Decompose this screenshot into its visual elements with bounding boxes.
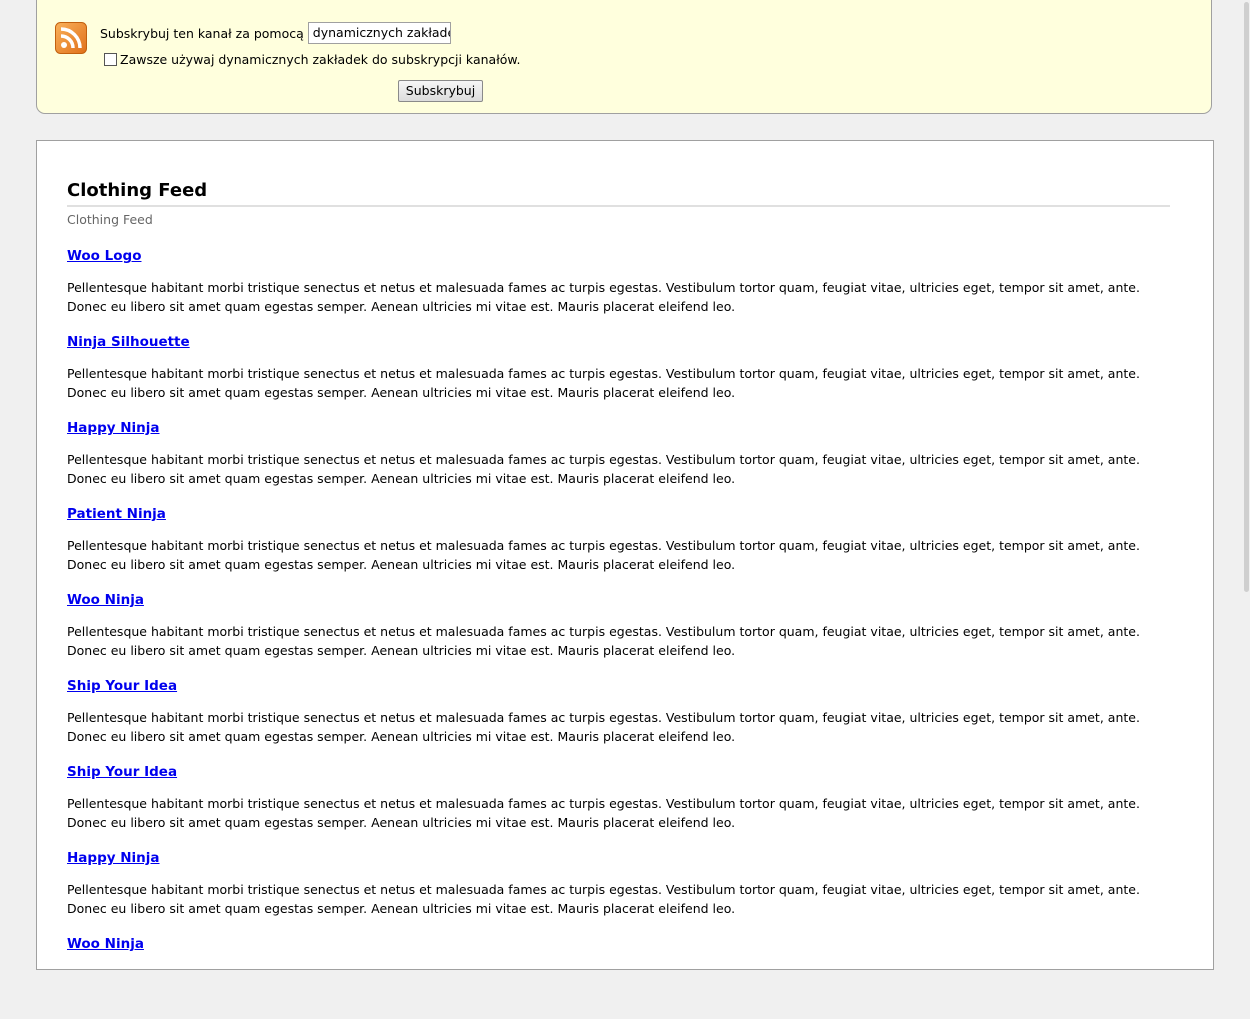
- feed-content: Clothing Feed Clothing Feed Woo Logo Pel…: [36, 140, 1214, 970]
- entry-body: Pellentesque habitant morbi tristique se…: [67, 538, 1140, 572]
- entry-title-link[interactable]: Patient Ninja: [67, 505, 166, 523]
- always-use-label[interactable]: Zawsze używaj dynamicznych zakładek do s…: [120, 52, 520, 67]
- feed-entry: Happy Ninja Pellentesque habitant morbi …: [67, 847, 1172, 933]
- entry-body: Pellentesque habitant morbi tristique se…: [67, 796, 1140, 830]
- entry-title-link[interactable]: Woo Ninja: [67, 935, 144, 953]
- feed-entries: Woo Logo Pellentesque habitant morbi tri…: [67, 245, 1172, 1019]
- always-use-row: Zawsze używaj dynamicznych zakładek do s…: [104, 52, 520, 67]
- entry-body: Pellentesque habitant morbi tristique se…: [67, 710, 1140, 744]
- subscribe-button[interactable]: Subskrybuj: [398, 80, 483, 102]
- feed-title: Clothing Feed: [67, 179, 1170, 207]
- entry-title-link[interactable]: Happy Ninja: [67, 419, 160, 437]
- entry-title-link[interactable]: Ship Your Idea: [67, 677, 177, 695]
- feed-entry: Patient Ninja Pellentesque habitant morb…: [67, 503, 1172, 589]
- reader-select[interactable]: dynamicznych zakładek: [307, 22, 451, 44]
- rss-feed-icon: [55, 22, 87, 54]
- entry-body: Pellentesque habitant morbi tristique se…: [67, 280, 1140, 314]
- entry-title-link[interactable]: Ship Your Idea: [67, 763, 177, 781]
- entry-title-link[interactable]: Ninja Silhouette: [67, 333, 190, 351]
- feed-entry: Woo Ninja Pellentesque habitant morbi tr…: [67, 589, 1172, 675]
- feed-entry: Ship Your Idea Pellentesque habitant mor…: [67, 675, 1172, 761]
- always-use-checkbox[interactable]: [104, 53, 117, 66]
- entry-body: Pellentesque habitant morbi tristique se…: [67, 882, 1140, 916]
- entry-body: Pellentesque habitant morbi tristique se…: [67, 624, 1140, 658]
- feed-entry: Ninja Silhouette Pellentesque habitant m…: [67, 331, 1172, 417]
- subscribe-label: Subskrybuj ten kanał za pomocą: [100, 25, 304, 41]
- feed-entry: Ship Your Idea Pellentesque habitant mor…: [67, 761, 1172, 847]
- page-scrollbar[interactable]: [1242, 0, 1250, 950]
- entry-title-link[interactable]: Happy Ninja: [67, 849, 160, 867]
- entry-title-link[interactable]: Woo Logo: [67, 247, 141, 265]
- entry-body: Pellentesque habitant morbi tristique se…: [67, 366, 1140, 400]
- entry-body: Pellentesque habitant morbi tristique se…: [67, 452, 1140, 486]
- subscribe-panel: Subskrybuj ten kanał za pomocą dynamiczn…: [36, 0, 1212, 114]
- entry-title-link[interactable]: Woo Ninja: [67, 591, 144, 609]
- scrollbar-thumb[interactable]: [1244, 2, 1249, 592]
- subscribe-row: Subskrybuj ten kanał za pomocą dynamiczn…: [100, 21, 451, 45]
- feed-entry: Happy Ninja Pellentesque habitant morbi …: [67, 417, 1172, 503]
- feed-subtitle: Clothing Feed: [67, 212, 153, 227]
- feed-entry: Woo Logo Pellentesque habitant morbi tri…: [67, 245, 1172, 331]
- feed-entry: Woo Ninja: [67, 933, 1172, 1019]
